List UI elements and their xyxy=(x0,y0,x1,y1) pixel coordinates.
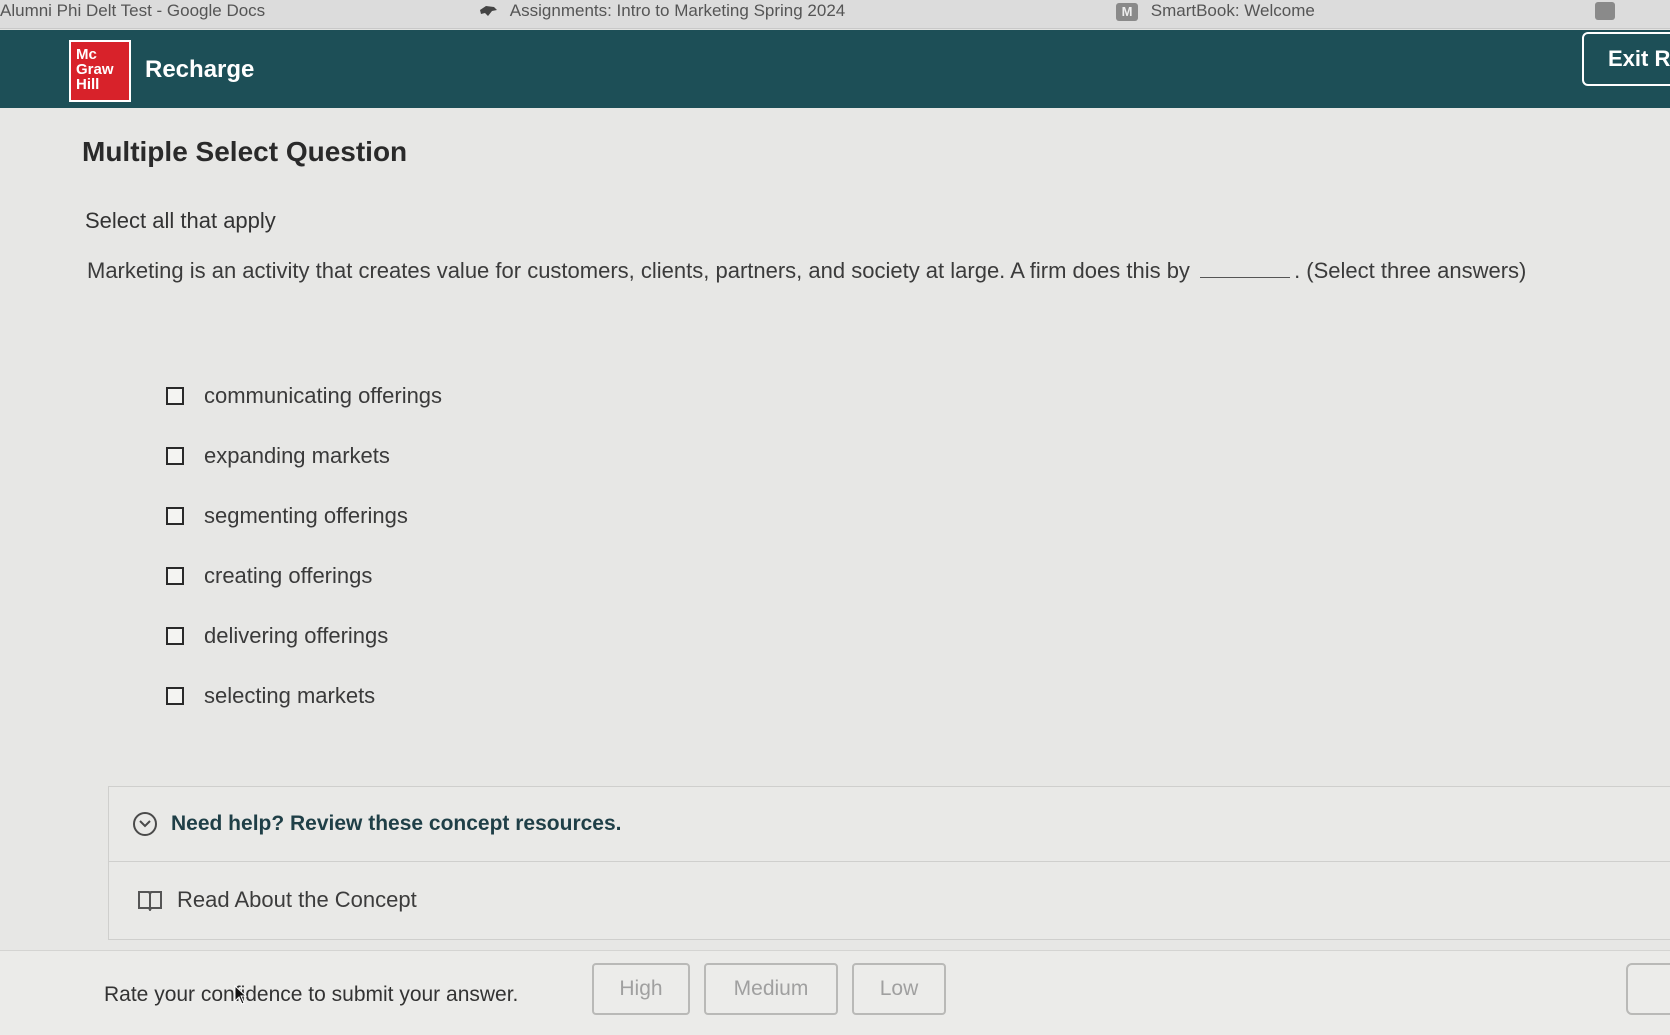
mcgraw-badge-icon: M xyxy=(1116,2,1138,21)
option-segmenting-offerings[interactable]: segmenting offerings xyxy=(166,486,442,546)
question-type-title: Multiple Select Question xyxy=(82,136,408,167)
checkbox[interactable] xyxy=(166,507,184,525)
confidence-footer: Rate your confidence to submit your answ… xyxy=(0,950,1670,1035)
option-creating-offerings[interactable]: creating offerings xyxy=(166,546,442,606)
help-toggle[interactable]: Need help? Review these concept resource… xyxy=(109,787,1670,862)
logo-line-1: Mc xyxy=(76,46,97,63)
chevron-down-icon xyxy=(133,812,157,836)
option-label: selecting markets xyxy=(204,683,376,708)
checkbox[interactable] xyxy=(166,687,184,705)
confidence-medium-button[interactable]: Medium xyxy=(704,963,838,1015)
option-label: creating offerings xyxy=(204,563,373,588)
answer-blank xyxy=(1200,277,1291,278)
question-instruction: Select all that apply xyxy=(85,208,276,233)
option-delivering-offerings[interactable]: delivering offerings xyxy=(166,606,442,666)
option-selecting-markets[interactable]: selecting markets xyxy=(166,666,442,726)
checkbox[interactable] xyxy=(166,387,184,405)
checkbox[interactable] xyxy=(166,567,184,585)
confidence-high-button[interactable]: High xyxy=(592,963,690,1015)
option-label: expanding markets xyxy=(204,443,390,468)
question-prompt: Marketing is an activity that creates va… xyxy=(87,258,1647,284)
browser-tab-title: Assignments: Intro to Marketing Spring 2… xyxy=(509,1,846,20)
help-panel: Need help? Review these concept resource… xyxy=(108,786,1670,940)
side-panel-button[interactable] xyxy=(1626,963,1670,1015)
option-label: segmenting offerings xyxy=(204,503,408,528)
confidence-low-button[interactable]: Low xyxy=(852,963,946,1015)
browser-tab-smartbook[interactable]: M SmartBook: Welcome xyxy=(1116,0,1315,26)
checkbox[interactable] xyxy=(166,627,184,645)
answer-options: communicating offerings expanding market… xyxy=(166,366,442,726)
exit-button[interactable]: Exit R xyxy=(1582,32,1670,86)
browser-tab-google-docs[interactable]: Alumni Phi Delt Test - Google Docs xyxy=(0,0,265,26)
resource-label: Read About the Concept xyxy=(177,887,417,912)
browser-tab-title: Alumni Phi Delt Test - Google Docs xyxy=(0,1,266,20)
prompt-text: Marketing is an activity that creates va… xyxy=(87,258,1190,283)
checkbox[interactable] xyxy=(166,447,184,465)
logo-line-2: Graw xyxy=(76,61,114,78)
question-area: Multiple Select Question Select all that… xyxy=(0,108,1670,950)
extra-tab-icon[interactable] xyxy=(1595,2,1615,20)
browser-tab-assignments[interactable]: Assignments: Intro to Marketing Spring 2… xyxy=(478,0,845,26)
mouse-cursor-icon xyxy=(234,985,248,1005)
wildcat-icon xyxy=(480,5,497,16)
confidence-prompt: Rate your confidence to submit your answ… xyxy=(104,983,519,1006)
option-expanding-markets[interactable]: expanding markets xyxy=(166,426,442,486)
browser-tab-strip: Alumni Phi Delt Test - Google Docs Assig… xyxy=(0,0,1670,29)
browser-tab-title: SmartBook: Welcome xyxy=(1150,1,1315,20)
mcgraw-hill-logo: Mc Graw Hill xyxy=(69,40,131,102)
option-label: communicating offerings xyxy=(204,383,443,408)
option-communicating-offerings[interactable]: communicating offerings xyxy=(166,366,442,426)
read-about-concept-link[interactable]: Read About the Concept xyxy=(109,862,1670,938)
book-icon xyxy=(138,891,162,911)
option-label: delivering offerings xyxy=(204,623,389,648)
app-name: Recharge xyxy=(145,56,255,83)
prompt-suffix: . (Select three answers) xyxy=(1294,258,1527,283)
logo-line-3: Hill xyxy=(76,76,100,93)
app-header: Mc Graw Hill Recharge Exit R xyxy=(0,30,1670,108)
help-title: Need help? Review these concept resource… xyxy=(171,812,622,835)
